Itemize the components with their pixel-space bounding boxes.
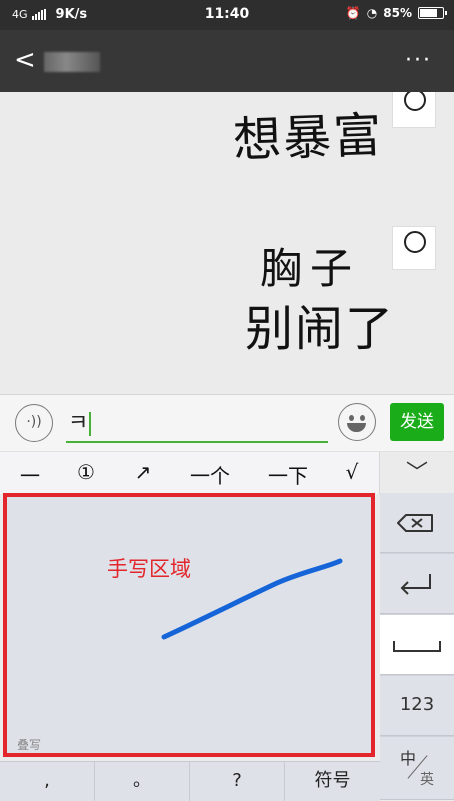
handwriting-area[interactable]: 手写区域 叠写 [3,493,375,757]
battery-percent: 85% [383,6,412,20]
chat-messages: 想暴富 胸子 别闹了 [0,92,454,394]
voice-input-icon[interactable]: ·)) [15,404,53,442]
contact-name-blurred [44,52,100,72]
lang-en-label: 英 [420,772,434,788]
enter-key[interactable] [380,554,454,614]
keyboard-bottom-row: , 。 ? 符号 [0,761,380,801]
symbol-key[interactable]: 符号 [285,762,380,801]
number-keyboard-key[interactable]: 123 [380,676,454,736]
candidate-item[interactable]: 一下 [264,460,312,489]
back-arrow-icon[interactable]: < [14,46,36,74]
message-sticker[interactable]: 想暴富 [232,95,384,170]
candidate-item[interactable]: 一 [18,460,42,489]
message-input-value: ㅋ [68,411,89,436]
message-sticker[interactable]: 别闹了 [245,289,395,359]
candidate-bar: 一 ① ↗ 一个 一下 √ ﹀ [0,451,454,494]
avatar[interactable] [392,226,436,270]
send-button[interactable]: 发送 [390,403,444,441]
language-switch-key[interactable]: 中 英 [380,737,454,800]
emoji-icon[interactable] [338,403,376,441]
candidate-item[interactable]: √ [340,460,364,484]
backspace-icon [397,514,433,532]
wifi-icon: ◔ [366,6,378,20]
number-key-label: 123 [399,694,435,715]
period-key[interactable]: 。 [95,762,190,801]
stack-write-toggle[interactable]: 叠写 [17,736,41,753]
input-bar: ·)) ㅋ 发送 [0,394,454,451]
candidate-item[interactable]: 一个 [186,460,234,489]
enter-icon [400,574,431,595]
chevron-down-icon[interactable]: ﹀ [379,452,454,494]
avatar[interactable] [392,92,436,128]
handwriting-stroke [161,558,343,640]
backspace-key[interactable] [380,493,454,553]
text-caret [89,412,92,436]
comma-key[interactable]: , [0,762,95,801]
space-icon [393,641,441,652]
more-icon[interactable]: ··· [405,50,432,72]
alarm-icon: ⏰ [345,6,361,20]
candidate-item[interactable]: ↗ [128,460,158,484]
candidate-item[interactable]: ① [72,460,100,484]
status-bar: 4G 9K/s 11:40 ⏰ ◔ 85% [0,0,454,30]
question-key[interactable]: ? [190,762,285,801]
message-input[interactable]: ㅋ [66,403,328,443]
keyboard-side-keys: 123 中 英 [380,493,454,800]
space-key[interactable] [380,615,454,675]
battery-icon [418,7,447,19]
chat-header: < ··· [0,30,454,92]
message-sticker[interactable]: 胸子 [260,235,360,296]
lang-zh-label: 中 [400,749,417,768]
